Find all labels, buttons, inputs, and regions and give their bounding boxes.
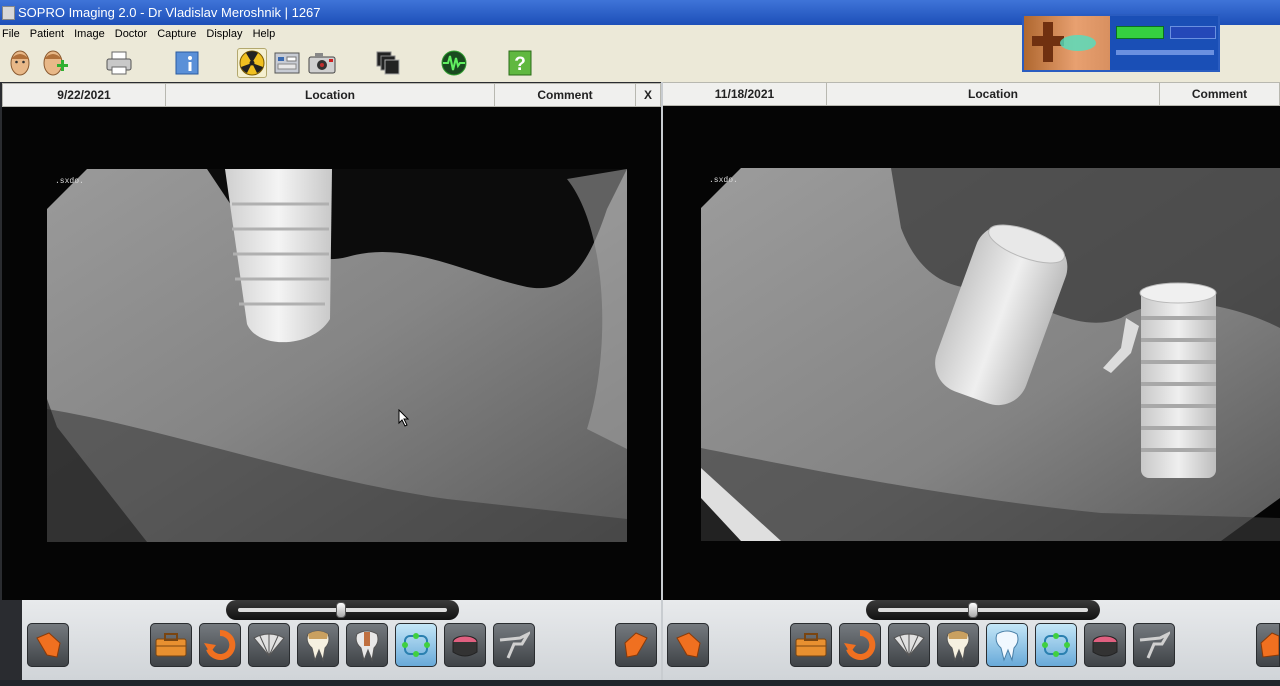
radiation-icon — [239, 50, 265, 76]
measure-nodes-icon — [402, 633, 430, 657]
left-date-header[interactable]: 9/22/2021 — [2, 83, 166, 107]
right-fan-tool[interactable] — [888, 623, 930, 667]
left-toolbox-tool[interactable] — [150, 623, 192, 667]
app-icon — [2, 6, 15, 20]
fan-icon — [253, 633, 285, 657]
left-location-header[interactable]: Location — [165, 83, 495, 107]
lens-filter-icon — [1092, 635, 1118, 657]
logo-line-bar — [1116, 50, 1214, 55]
right-date-header[interactable]: 11/18/2021 — [662, 82, 827, 106]
tooth-crown-icon — [946, 630, 970, 662]
lens-filter-icon — [452, 635, 478, 657]
right-flip-tool[interactable] — [667, 623, 709, 667]
menu-help[interactable]: Help — [253, 25, 281, 40]
right-image-pane[interactable]: .sxdo. — [663, 106, 1280, 600]
tooth-crown-icon — [306, 630, 330, 662]
left-mirror-tool[interactable] — [615, 623, 657, 667]
right-slider-knob[interactable] — [968, 602, 978, 618]
toolbox-icon — [155, 633, 187, 657]
svg-text:.sxdo.: .sxdo. — [709, 176, 738, 185]
right-slider-track — [878, 608, 1088, 612]
waveform-icon — [441, 50, 467, 76]
right-rotate-tool[interactable] — [839, 623, 881, 667]
stack-images-button[interactable] — [373, 48, 403, 78]
arrow-shape-icon — [36, 632, 61, 658]
left-tooth-tool[interactable] — [346, 623, 388, 667]
arrow-shape-icon — [1260, 632, 1279, 658]
left-slider-knob[interactable] — [336, 602, 346, 618]
adjust-panel-button[interactable] — [272, 48, 302, 78]
logo-light-glow-icon — [1060, 35, 1096, 51]
arrow-shape-icon — [624, 632, 648, 658]
sopro-logo-panel — [1022, 14, 1220, 72]
left-flip-tool[interactable] — [27, 623, 69, 667]
measure-nodes-icon — [1042, 633, 1070, 657]
left-xray-graphic: .sxdo. — [47, 169, 627, 542]
mouse-cursor-icon — [398, 409, 410, 427]
right-xray-image[interactable]: .sxdo. — [701, 168, 1280, 541]
menu-capture[interactable]: Capture — [157, 25, 201, 40]
main-toolbar: ? — [0, 44, 1020, 82]
right-toolbox-tool[interactable] — [790, 623, 832, 667]
info-icon — [175, 51, 199, 75]
patient-face-button[interactable] — [5, 48, 35, 78]
menu-bar: File Patient Image Doctor Capture Displa… — [0, 25, 1020, 44]
add-patient-button[interactable] — [40, 48, 70, 78]
left-xray-image[interactable]: .sxdo. — [47, 169, 627, 542]
logo-green-bar — [1116, 26, 1164, 39]
left-fan-tool[interactable] — [248, 623, 290, 667]
left-comment-header[interactable]: Comment — [494, 83, 636, 107]
svg-text:.sxdo.: .sxdo. — [55, 177, 84, 186]
logo-blue-bar — [1170, 26, 1216, 39]
tooth-icon — [355, 630, 379, 662]
menu-patient[interactable]: Patient — [30, 25, 69, 40]
camera-button[interactable] — [307, 48, 337, 78]
right-comment-header[interactable]: Comment — [1159, 82, 1280, 106]
menu-file[interactable]: File — [2, 25, 25, 40]
left-contrast-slider[interactable] — [226, 600, 459, 620]
fan-icon — [893, 633, 925, 657]
toolbox-icon — [795, 633, 827, 657]
radiation-button[interactable] — [237, 48, 267, 78]
adjust-panel-icon — [274, 52, 300, 74]
right-tooth-tool[interactable] — [986, 623, 1028, 667]
menu-display[interactable]: Display — [206, 25, 247, 40]
left-dental-tool[interactable] — [493, 623, 535, 667]
help-button[interactable]: ? — [505, 48, 535, 78]
right-mirror-tool[interactable] — [1256, 623, 1280, 667]
rotate-icon — [844, 629, 876, 660]
dental-instrument-icon — [1139, 631, 1170, 659]
right-location-header[interactable]: Location — [826, 82, 1160, 106]
window-title: SOPRO Imaging 2.0 - Dr Vladislav Meroshn… — [18, 5, 321, 20]
right-tooth-crown-tool[interactable] — [937, 623, 979, 667]
printer-icon — [106, 51, 132, 75]
left-filter-tool[interactable] — [444, 623, 486, 667]
stack-images-icon — [376, 51, 400, 75]
right-filter-tool[interactable] — [1084, 623, 1126, 667]
waveform-button[interactable] — [439, 48, 469, 78]
right-dental-tool[interactable] — [1133, 623, 1175, 667]
left-close-button[interactable]: X — [635, 83, 661, 107]
tooth-icon — [995, 630, 1019, 662]
print-button[interactable] — [104, 48, 134, 78]
arrow-shape-icon — [676, 632, 701, 658]
info-button[interactable] — [172, 48, 202, 78]
left-rotate-tool[interactable] — [199, 623, 241, 667]
add-patient-icon — [43, 50, 68, 76]
camera-icon — [308, 53, 336, 74]
menu-doctor[interactable]: Doctor — [115, 25, 152, 40]
left-image-pane[interactable]: .sxdo. — [2, 107, 661, 600]
menu-image[interactable]: Image — [74, 25, 110, 40]
patient-face-icon — [10, 50, 30, 76]
rotate-icon — [204, 629, 236, 660]
help-icon: ? — [508, 50, 532, 76]
left-measure-tool[interactable] — [395, 623, 437, 667]
right-contrast-slider[interactable] — [866, 600, 1100, 620]
dental-instrument-icon — [499, 631, 530, 659]
left-tooth-crown-tool[interactable] — [297, 623, 339, 667]
svg-text:?: ? — [514, 54, 526, 75]
status-strip — [0, 680, 1280, 686]
right-measure-tool[interactable] — [1035, 623, 1077, 667]
right-xray-graphic: .sxdo. — [701, 168, 1280, 541]
